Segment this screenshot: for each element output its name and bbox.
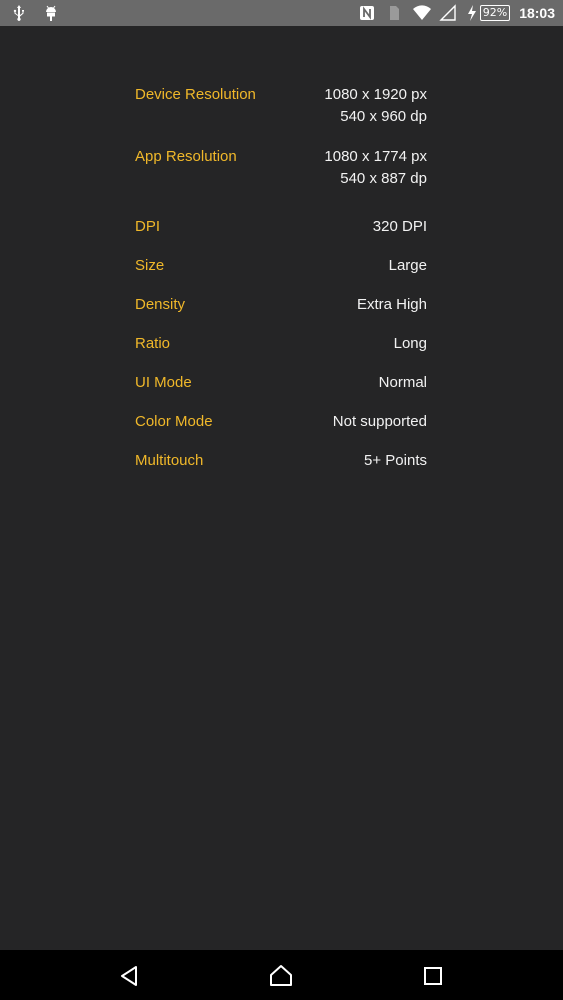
- info-row-ratio: Ratio Long: [135, 333, 427, 355]
- info-value-line: 1080 x 1774 px: [324, 148, 427, 165]
- info-label: UI Mode: [135, 374, 192, 391]
- info-row-dpi: DPI 320 DPI: [135, 216, 427, 238]
- info-value: 1080 x 1920 px 540 x 960 dp: [324, 84, 427, 128]
- status-bar: 92% 18:03: [0, 0, 563, 26]
- android-debug-icon: [42, 4, 60, 22]
- info-value: 320 DPI: [372, 218, 427, 235]
- nfc-icon: [358, 4, 376, 22]
- info-row-ui-mode: UI Mode Normal: [135, 372, 427, 394]
- signal-icon: [439, 4, 457, 22]
- info-value: 1080 x 1774 px 540 x 887 dp: [324, 146, 427, 190]
- home-icon[interactable]: [268, 963, 294, 989]
- usb-icon: [10, 4, 28, 22]
- recents-icon[interactable]: [420, 963, 446, 989]
- info-label: Multitouch: [135, 452, 204, 469]
- navigation-bar: [0, 950, 563, 1000]
- status-clock: 18:03: [519, 5, 555, 21]
- info-value-line: 1080 x 1920 px: [324, 86, 427, 103]
- info-row-app-resolution: App Resolution 1080 x 1774 px 540 x 887 …: [135, 146, 427, 190]
- info-value: Long: [393, 335, 427, 352]
- sim-icon: [385, 4, 403, 22]
- info-value: Large: [388, 257, 427, 274]
- info-row-size: Size Large: [135, 255, 427, 277]
- back-icon[interactable]: [117, 963, 143, 989]
- info-label: Density: [135, 296, 186, 313]
- battery-percentage: 92%: [479, 5, 511, 21]
- info-value: Normal: [378, 374, 427, 391]
- info-value-line: 540 x 887 dp: [340, 170, 427, 187]
- info-label: Device Resolution: [135, 86, 256, 103]
- charging-icon: [466, 4, 478, 22]
- info-value-line: 540 x 960 dp: [340, 108, 427, 125]
- info-label: Color Mode: [135, 413, 213, 430]
- info-label: App Resolution: [135, 148, 237, 165]
- info-row-device-resolution: Device Resolution 1080 x 1920 px 540 x 9…: [135, 84, 427, 128]
- info-label: Size: [135, 257, 165, 274]
- info-value: 5+ Points: [364, 452, 427, 469]
- info-value: Extra High: [356, 296, 427, 313]
- info-value: Not supported: [332, 413, 427, 430]
- info-row-color-mode: Color Mode Not supported: [135, 411, 427, 433]
- info-row-density: Density Extra High: [135, 294, 427, 316]
- info-row-multitouch: Multitouch 5+ Points: [135, 450, 427, 472]
- wifi-icon: [412, 4, 431, 22]
- info-label: Ratio: [135, 335, 171, 352]
- info-label: DPI: [135, 218, 161, 235]
